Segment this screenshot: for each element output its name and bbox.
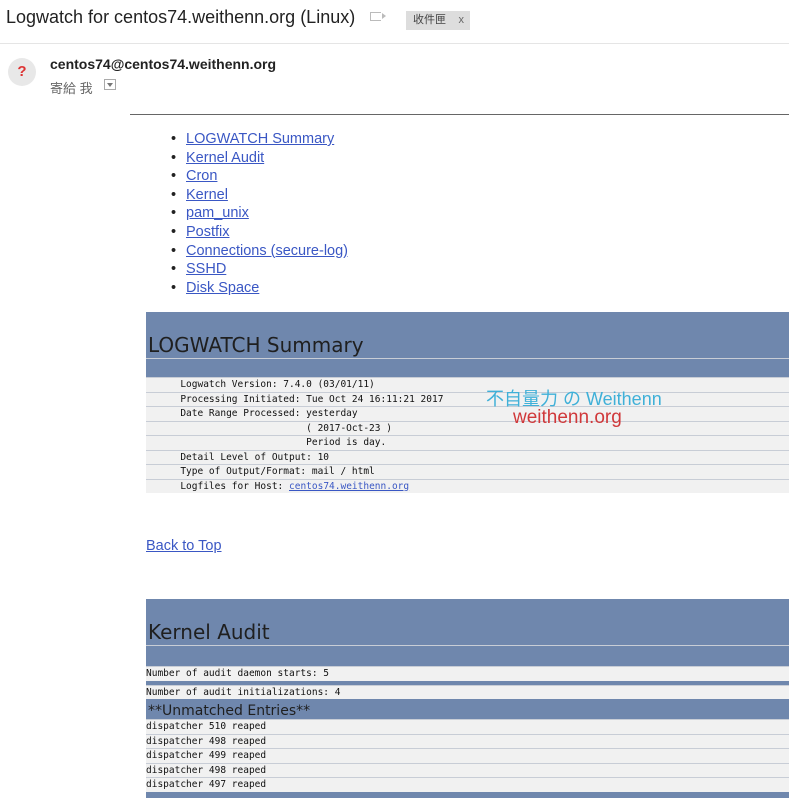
toc-item: Connections (secure-log) [156, 242, 348, 261]
summary-row: Detail Level of Output: 10 [146, 449, 789, 464]
toc-link-logwatch-summary[interactable]: LOGWATCH Summary [186, 131, 334, 147]
summary-row: ( 2017-Oct-23 ) [146, 420, 789, 435]
summary-section: LOGWATCH Summary Logwatch Version: 7.4.0… [146, 312, 789, 499]
toc-item: Disk Space [156, 279, 348, 298]
audit-stat-row: Number of audit daemon starts: 5 [146, 666, 789, 681]
audit-entry-row: dispatcher 498 reaped [146, 733, 789, 748]
summary-row: Processing Initiated: Tue Oct 24 16:11:2… [146, 391, 789, 406]
host-link[interactable]: centos74.weithenn.org [289, 481, 409, 492]
watermark-line2: weithenn.org [513, 407, 622, 428]
kernel-audit-section: Kernel Audit Number of audit daemon star… [146, 599, 789, 798]
remove-label-button[interactable]: x [459, 11, 465, 30]
audit-entry-row: dispatcher 510 reaped [146, 719, 789, 734]
summary-row: Logwatch Version: 7.4.0 (03/01/11) [146, 377, 789, 392]
toc-link-sshd[interactable]: SSHD [186, 261, 226, 277]
toc-item: pam_unix [156, 204, 348, 223]
email-subject: Logwatch for centos74.weithenn.org (Linu… [6, 7, 356, 27]
summary-row: Logfiles for Host: centos74.weithenn.org [146, 478, 789, 493]
toc-list: LOGWATCH Summary Kernel Audit Cron Kerne… [156, 130, 348, 297]
toc-item: Kernel [156, 186, 348, 205]
summary-row: Date Range Processed: yesterday [146, 406, 789, 421]
toc-link-pam-unix[interactable]: pam_unix [186, 205, 249, 221]
summary-row: Type of Output/Format: mail / html [146, 464, 789, 479]
audit-entry-row: dispatcher 498 reaped [146, 762, 789, 777]
summary-title: LOGWATCH Summary [148, 333, 364, 357]
label-icon[interactable] [370, 12, 386, 21]
toc-link-postfix[interactable]: Postfix [186, 224, 230, 240]
toc-link-cron[interactable]: Cron [186, 168, 217, 184]
unmatched-entries-title: **Unmatched Entries** [148, 703, 311, 719]
toc-item: LOGWATCH Summary [156, 130, 348, 149]
audit-stat-row: Number of audit initializations: 4 [146, 684, 789, 699]
toc-item: Kernel Audit [156, 149, 348, 168]
toc-item: SSHD [156, 260, 348, 279]
header-divider [0, 43, 789, 44]
toc-item: Cron [156, 167, 348, 186]
sender-address: centos74@centos74.weithenn.org [50, 56, 277, 72]
toc-link-disk-space[interactable]: Disk Space [186, 280, 259, 296]
audit-entry-row: dispatcher 499 reaped [146, 748, 789, 763]
inbox-label-chip[interactable]: 收件匣 x [406, 11, 470, 30]
audit-entry-row: dispatcher 497 reaped [146, 777, 789, 792]
recipient-label: 寄給 我 [50, 81, 93, 96]
toc-link-kernel[interactable]: Kernel [186, 187, 228, 203]
kernel-audit-title: Kernel Audit [148, 620, 270, 644]
summary-row: Period is day. [146, 435, 789, 450]
back-to-top-link[interactable]: Back to Top [146, 538, 222, 554]
toc-link-kernel-audit[interactable]: Kernel Audit [186, 150, 264, 166]
toc-link-connections[interactable]: Connections (secure-log) [186, 243, 348, 259]
toc-item: Postfix [156, 223, 348, 242]
message-rule [130, 114, 789, 115]
host-label: Logfiles for Host: [146, 480, 289, 492]
recipient-details-dropdown[interactable] [104, 79, 116, 90]
inbox-label-text: 收件匣 [413, 14, 446, 26]
sender-avatar[interactable]: ? [8, 58, 36, 86]
